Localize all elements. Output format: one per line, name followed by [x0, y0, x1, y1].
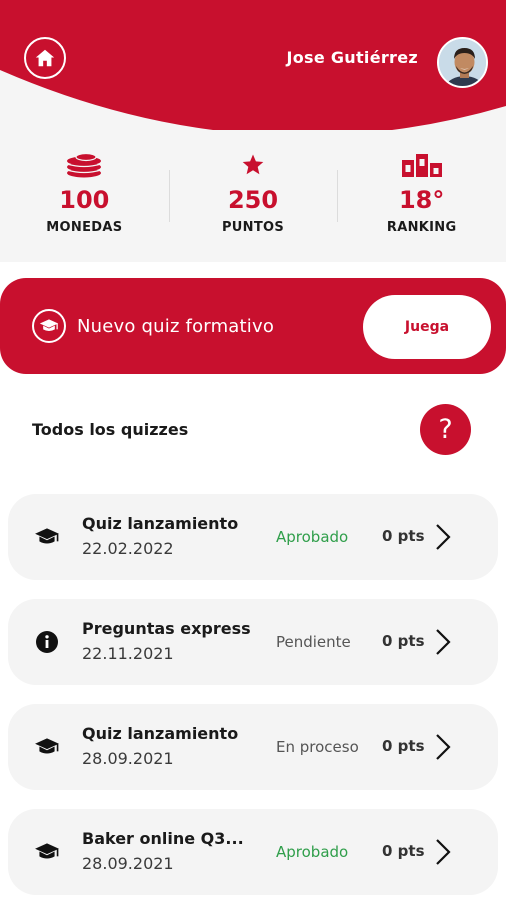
- header-background: [0, 0, 506, 130]
- quiz-card[interactable]: Quiz lanzamiento 28.09.2021 En proceso 0…: [8, 704, 498, 790]
- graduation-cap-icon: [33, 734, 61, 760]
- play-button[interactable]: Juega: [363, 295, 491, 359]
- quiz-card[interactable]: Quiz lanzamiento 22.02.2022 Aprobado 0 p…: [8, 494, 498, 580]
- coins-icon: [65, 150, 103, 180]
- coins-value: 100: [59, 186, 110, 214]
- podium-icon: [401, 150, 443, 180]
- help-button[interactable]: ?: [420, 404, 471, 455]
- star-icon: [241, 150, 265, 180]
- quiz-status: Aprobado: [276, 843, 349, 861]
- quiz-title: Quiz lanzamiento: [82, 724, 239, 743]
- stat-ranking: 18° RANKING: [337, 148, 506, 244]
- avatar[interactable]: [437, 37, 488, 88]
- home-icon: [35, 49, 55, 67]
- banner-title: Nuevo quiz formativo: [77, 315, 275, 337]
- quiz-status: Pendiente: [276, 633, 351, 651]
- section-title: Todos los quizzes: [32, 420, 189, 439]
- graduation-cap-icon: [33, 524, 61, 550]
- coins-label: MONEDAS: [46, 220, 123, 235]
- info-icon: [33, 629, 61, 655]
- points-value: 250: [227, 186, 279, 214]
- quiz-date: 22.02.2022: [82, 539, 174, 558]
- header: Jose Gutiérrez 100 MONEDAS 250 PUNTOS 18…: [0, 0, 506, 262]
- quiz-date: 28.09.2021: [82, 749, 174, 768]
- quiz-points: 0 pts: [382, 842, 425, 860]
- stat-points: 250 PUNTOS: [168, 148, 338, 244]
- quiz-status: Aprobado: [276, 528, 349, 546]
- quiz-card[interactable]: Preguntas express 22.11.2021 Pendiente 0…: [8, 599, 498, 685]
- quiz-card[interactable]: Baker online Q3... 28.09.2021 Aprobado 0…: [8, 809, 498, 895]
- quiz-points: 0 pts: [382, 737, 425, 755]
- quiz-points: 0 pts: [382, 632, 425, 650]
- quiz-points: 0 pts: [382, 527, 425, 545]
- user-name: Jose Gutiérrez: [286, 48, 418, 67]
- graduation-cap-icon: [32, 309, 66, 343]
- points-label: PUNTOS: [221, 220, 285, 235]
- graduation-cap-icon: [33, 839, 61, 865]
- ranking-label: RANKING: [386, 220, 457, 235]
- chevron-right-icon[interactable]: [432, 837, 454, 867]
- quiz-title: Quiz lanzamiento: [82, 514, 239, 533]
- new-quiz-banner[interactable]: Nuevo quiz formativo Juega: [0, 278, 506, 374]
- quiz-date: 28.09.2021: [82, 854, 174, 873]
- quiz-title: Preguntas express: [82, 619, 251, 638]
- stat-coins: 100 MONEDAS: [0, 148, 169, 244]
- chevron-right-icon[interactable]: [432, 732, 454, 762]
- quiz-title: Baker online Q3...: [82, 829, 244, 848]
- chevron-right-icon[interactable]: [432, 627, 454, 657]
- chevron-right-icon[interactable]: [432, 522, 454, 552]
- quiz-status: En proceso: [276, 738, 359, 756]
- ranking-value: 18°: [398, 186, 445, 214]
- stats-bar: 100 MONEDAS 250 PUNTOS 18° RANKING: [0, 148, 506, 244]
- quiz-date: 22.11.2021: [82, 644, 174, 663]
- home-button[interactable]: [24, 37, 66, 79]
